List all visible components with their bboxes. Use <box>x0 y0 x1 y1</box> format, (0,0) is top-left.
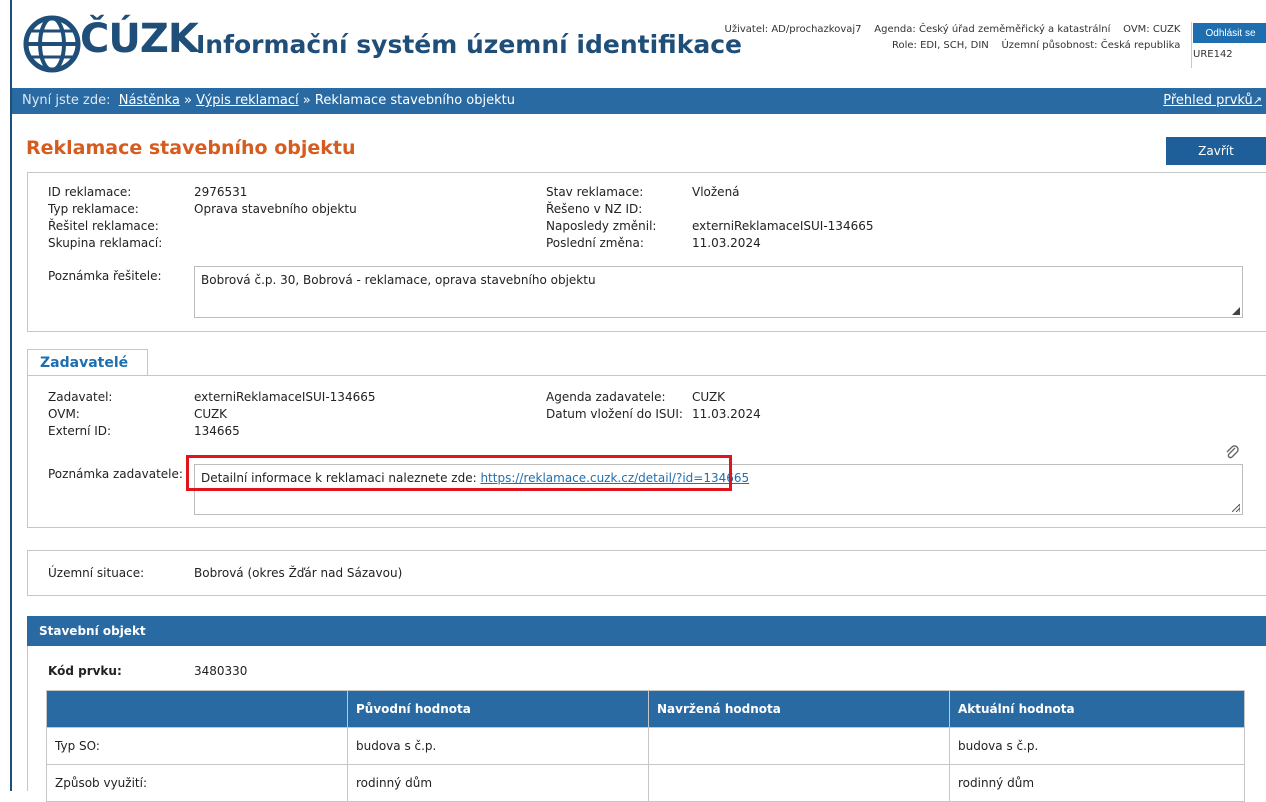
claim-changed-by-label: Naposledy změnil: <box>546 219 657 233</box>
territory-panel: Územní situace: Bobrová (okres Žďár nad … <box>27 550 1266 596</box>
current-value: rodinný dům <box>949 764 1245 802</box>
claim-changed-by-value: externiReklamaceISUI-134665 <box>692 219 874 233</box>
logo-text: ČÚZK <box>80 16 199 62</box>
column-header <box>46 690 348 728</box>
building-values-table: Původní hodnota Navržená hodnota Aktuáln… <box>46 690 1245 802</box>
claim-group-label: Skupina reklamací: <box>48 236 163 250</box>
claim-last-change-value: 11.03.2024 <box>692 236 761 250</box>
proposed-value <box>648 764 950 802</box>
column-header-current: Aktuální hodnota <box>949 690 1245 728</box>
breadcrumb-bar: Nyní jste zde: Nástěnka » Výpis reklamac… <box>12 88 1266 114</box>
insert-date-label: Datum vložení do ISUI: <box>546 407 683 421</box>
original-value: rodinný dům <box>347 764 649 802</box>
element-code-label: Kód prvku: <box>48 664 122 678</box>
breadcrumb-claims-list[interactable]: Výpis reklamací <box>196 93 299 108</box>
claim-type-label: Typ reklamace: <box>48 202 139 216</box>
left-border <box>0 0 12 791</box>
user-info-line2: Role: EDI, SCH, DIN Územní působnost: Če… <box>892 40 1181 51</box>
external-id-value: 134665 <box>194 424 240 438</box>
ovm-label: OVM: <box>48 407 80 421</box>
header-separator <box>1191 22 1192 68</box>
claim-state-value: Vložená <box>692 185 740 199</box>
highlight-box <box>186 455 732 491</box>
solver-note-field[interactable]: Bobrová č.p. 30, Bobrová - reklamace, op… <box>194 266 1243 318</box>
submitter-agenda-value: CUZK <box>692 390 726 404</box>
breadcrumb-separator: » <box>183 93 192 108</box>
original-value: budova s č.p. <box>347 727 649 765</box>
cuzk-logo: ČÚZK <box>22 14 199 74</box>
app-title: Informační systém územní identifikace <box>196 30 742 59</box>
insert-date-value: 11.03.2024 <box>692 407 761 421</box>
claim-solver-label: Řešitel reklamace: <box>48 219 159 233</box>
tab-submitters[interactable]: Zadavatelé <box>27 349 148 376</box>
globe-icon <box>23 15 81 73</box>
column-header-proposed: Navržená hodnota <box>648 690 950 728</box>
paperclip-icon[interactable] <box>1224 444 1240 460</box>
solver-note-text: Bobrová č.p. 30, Bobrová - reklamace, op… <box>201 273 596 287</box>
element-code-value: 3480330 <box>194 664 248 678</box>
territory-label: Územní situace: <box>48 566 145 580</box>
claim-id-label: ID reklamace: <box>48 185 132 199</box>
user-info: Uživatel: AD/prochazkovaj7 Agenda: Český… <box>722 22 1181 54</box>
overview-link-label[interactable]: Přehled prvků <box>1163 93 1253 108</box>
claim-state-label: Stav reklamace: <box>546 185 644 199</box>
external-link-icon: ↗ <box>1252 94 1262 107</box>
breadcrumb-dashboard[interactable]: Nástěnka <box>119 93 180 108</box>
claim-panel: ID reklamace: 2976531 Typ reklamace: Opr… <box>27 172 1266 332</box>
breadcrumb-separator: » <box>302 93 311 108</box>
app-header: ČÚZK Informační systém územní identifika… <box>12 0 1266 88</box>
claim-last-change-label: Poslední změna: <box>546 236 644 250</box>
claim-nz-label: Řešeno v NZ ID: <box>546 202 643 216</box>
ure-code: URE142 <box>1193 49 1233 60</box>
resize-grip-icon[interactable] <box>1232 504 1240 512</box>
resize-grip-icon[interactable] <box>1232 307 1240 315</box>
breadcrumb: Nyní jste zde: Nástěnka » Výpis reklamac… <box>22 88 515 114</box>
proposed-value <box>648 727 950 765</box>
table-header-row: Původní hodnota Navržená hodnota Aktuáln… <box>46 690 1245 728</box>
logout-button[interactable]: Odhlásit se <box>1193 23 1266 43</box>
table-row: Typ SO: budova s č.p. budova s č.p. <box>46 727 1245 765</box>
submitter-note-label: Poznámka zadavatele: <box>48 467 183 481</box>
user-info-line1: Uživatel: AD/prochazkovaj7 Agenda: Český… <box>724 24 1181 35</box>
territory-value: Bobrová (okres Žďár nad Sázavou) <box>194 566 403 580</box>
claim-type-value: Oprava stavebního objektu <box>194 202 357 216</box>
page-title: Reklamace stavebního objektu <box>26 137 356 159</box>
close-button[interactable]: Zavřít <box>1166 137 1266 165</box>
submitter-agenda-label: Agenda zadavatele: <box>546 390 666 404</box>
row-label: Typ SO: <box>46 727 348 765</box>
submitter-value: externiReklamaceISUI-134665 <box>194 390 376 404</box>
ovm-value: CUZK <box>194 407 228 421</box>
external-id-label: Externí ID: <box>48 424 112 438</box>
overview-link[interactable]: Přehled prvků↗ <box>1163 88 1262 114</box>
claim-id-value: 2976531 <box>194 185 248 199</box>
submitters-panel: Zadavatel: externiReklamaceISUI-134665 O… <box>27 375 1266 528</box>
solver-note-label: Poznámka řešitele: <box>48 269 162 283</box>
breadcrumb-label: Nyní jste zde: <box>22 93 111 108</box>
submitter-label: Zadavatel: <box>48 390 113 404</box>
table-row: Způsob využití: rodinný dům rodinný dům <box>46 764 1245 802</box>
current-value: budova s č.p. <box>949 727 1245 765</box>
column-header-original: Původní hodnota <box>347 690 649 728</box>
row-label: Způsob využití: <box>46 764 348 802</box>
breadcrumb-current: Reklamace stavebního objektu <box>314 93 515 108</box>
building-section-header: Stavební objekt <box>27 616 1266 646</box>
